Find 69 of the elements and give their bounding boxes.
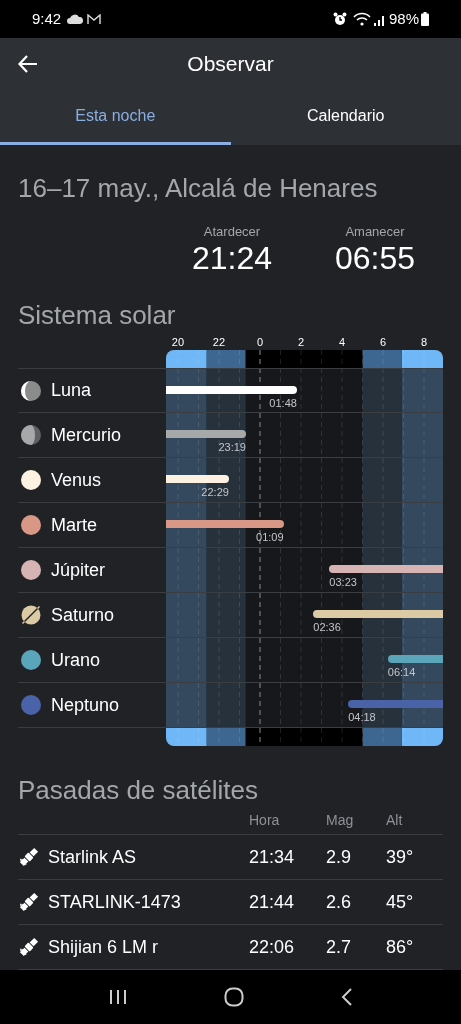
planet-name: Luna (51, 379, 92, 402)
set-time: 01:09 (256, 531, 284, 544)
back-arrow-icon (18, 55, 38, 73)
pass-time: 22:06 (249, 935, 296, 959)
section-title: Pasadas de satélites (18, 774, 259, 806)
sun-event-time: 21:24 (191, 240, 273, 276)
mail-icon (87, 13, 102, 25)
hour-tick-label: 20 (171, 335, 185, 349)
column-header: Hora (249, 811, 281, 830)
hour-tick-label: 0 (256, 335, 264, 349)
tab[interactable]: Calendario (230, 90, 461, 145)
hour-tick-label: 8 (420, 335, 428, 349)
recent-apps-icon (108, 989, 127, 1005)
rise-time: 02:36 (313, 621, 341, 634)
back-chevron-icon (340, 988, 353, 1006)
moon-phase-icon (20, 379, 42, 402)
hour-tick-label: 2 (297, 335, 305, 349)
cloud-icon (67, 14, 84, 24)
alarm-icon (332, 12, 347, 26)
hour-tick-label: 4 (338, 335, 346, 349)
satellite-icon (18, 936, 40, 958)
planet-name: Júpiter (51, 558, 106, 582)
sun-event-label: Atardecer (203, 224, 261, 240)
magnitude: 2.6 (326, 890, 353, 914)
satellite-name: STARLINK-1473 (48, 890, 181, 914)
satellite-name: Starlink AS (48, 845, 137, 869)
section-title: Sistema solar (18, 299, 177, 331)
screen-title: Observar (187, 51, 274, 78)
altitude: 39° (386, 845, 415, 869)
satellite-name: Shijian 6 LM r (48, 935, 159, 959)
planet-icon (20, 469, 42, 491)
magnitude: 2.9 (326, 845, 353, 869)
planet-icon (20, 649, 42, 671)
home-icon (223, 987, 244, 1007)
battery-icon (421, 12, 429, 26)
rise-time: 04:18 (348, 711, 376, 724)
wifi-icon (352, 12, 371, 26)
planet-name: Urano (51, 648, 101, 672)
set-time: 23:19 (218, 441, 246, 454)
planet-name: Saturno (51, 603, 115, 627)
planet-name: Neptuno (51, 693, 120, 717)
planet-icon (20, 694, 42, 716)
column-header: Alt (386, 811, 404, 830)
altitude: 86° (386, 935, 415, 959)
ringed-planet-icon (20, 604, 42, 626)
pass-time: 21:34 (249, 845, 296, 869)
rise-time: 03:23 (329, 576, 357, 589)
planet-name: Venus (51, 468, 102, 492)
planet-icon (20, 559, 42, 581)
satellite-icon (18, 846, 40, 868)
pass-time: 21:44 (249, 890, 296, 914)
planet-phase-icon (20, 424, 42, 446)
planet-icon (20, 514, 42, 536)
sun-event-label: Amanecer (345, 224, 405, 240)
set-time: 22:29 (201, 486, 229, 499)
set-time: 01:48 (269, 397, 297, 410)
column-header: Mag (326, 811, 355, 830)
night-title: 16–17 may., Alcalá de Henares (18, 172, 379, 204)
battery-percent: 98% (388, 8, 419, 29)
rise-time: 06:14 (387, 666, 416, 679)
hour-tick-label: 22 (212, 335, 226, 349)
sun-event-time: 06:55 (334, 240, 416, 276)
magnitude: 2.7 (326, 935, 353, 959)
planet-name: Mercurio (51, 423, 121, 447)
status-time: 9:42 (32, 8, 62, 29)
altitude: 45° (386, 890, 415, 914)
planet-name: Marte (51, 513, 97, 537)
satellite-icon (18, 891, 40, 913)
hour-tick-label: 6 (379, 335, 387, 349)
